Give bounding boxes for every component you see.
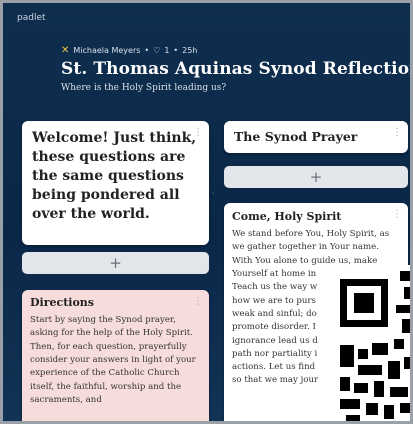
separator-dot: • [144, 46, 150, 55]
directions-title: Directions [30, 296, 94, 309]
author-name[interactable]: Michaela Meyers [73, 46, 140, 55]
prayer-line: we gather together in Your name. [232, 242, 379, 253]
author-line: ✕ Michaela Meyers • ♡ 1 • 25h [61, 45, 197, 56]
qr-code [328, 265, 410, 421]
welcome-text: Welcome! Just think, these questions are… [32, 130, 197, 222]
board-age: 25h [182, 46, 198, 55]
welcome-post[interactable]: Welcome! Just think, these questions are… [22, 121, 209, 245]
more-vertical-icon[interactable]: ⋮ [392, 210, 402, 220]
directions-body: Start by saying the Synod prayer, asking… [30, 315, 196, 405]
prayer-title: Come, Holy Spirit [232, 210, 342, 223]
add-post-button[interactable]: + [224, 166, 408, 188]
board-title: St. Thomas Aquinas Synod Reflections [61, 59, 413, 79]
more-vertical-icon[interactable]: ⋮ [193, 297, 203, 307]
section-title: The Synod Prayer [234, 129, 358, 144]
directions-post[interactable]: Directions Start by saying the Synod pra… [22, 290, 209, 421]
app-logo[interactable]: padlet [17, 13, 46, 23]
more-vertical-icon[interactable]: ⋮ [193, 128, 203, 138]
padlet-board: padlet ✕ Michaela Meyers • ♡ 1 • 25h St.… [0, 0, 413, 424]
author-badge-icon: ✕ [61, 45, 70, 56]
synod-prayer-header[interactable]: The Synod Prayer ⋮ [224, 121, 408, 153]
separator-dot: • [173, 46, 179, 55]
board-subtitle: Where is the Holy Spirit leading us? [61, 83, 227, 93]
heart-icon[interactable]: ♡ [153, 46, 160, 55]
like-count: 1 [164, 46, 170, 55]
more-vertical-icon[interactable]: ⋮ [392, 128, 402, 138]
add-post-button[interactable]: + [22, 252, 209, 274]
prayer-line: We stand before You, Holy Spirit, as [232, 229, 390, 239]
